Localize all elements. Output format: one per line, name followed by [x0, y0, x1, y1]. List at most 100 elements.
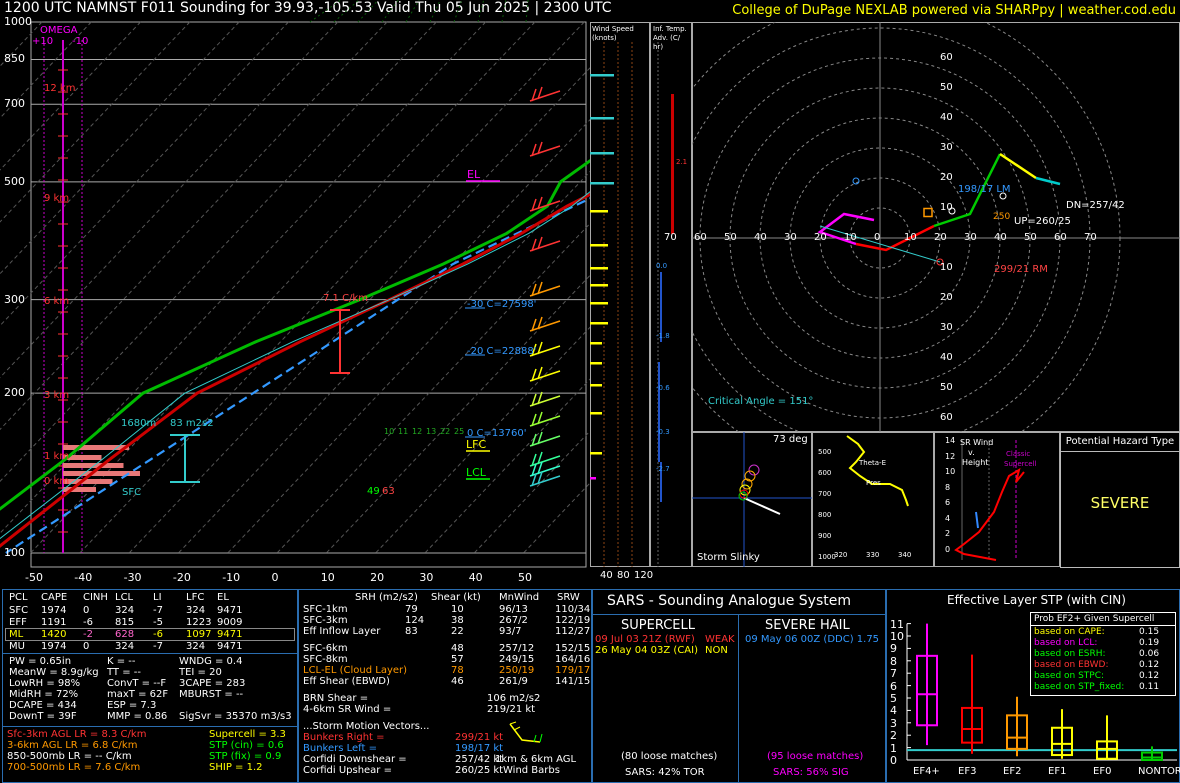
- thermo-cell: 324: [115, 605, 135, 616]
- hodo-ring-label: 30: [940, 322, 953, 333]
- misc-param: WNDG = 0.4: [179, 656, 243, 667]
- parcel-trace: [5, 197, 590, 554]
- kin-cell: 164/16: [555, 654, 591, 665]
- kin-cell: 83: [405, 626, 418, 637]
- prob-label: based on ESRH:: [1034, 649, 1106, 659]
- hail-probability: SARS: 56% SIG: [773, 767, 849, 778]
- stp-y-label: 5: [890, 692, 897, 705]
- ws-bar: [590, 342, 602, 345]
- kin-cell: SFC-1km: [303, 604, 348, 615]
- height-label: 12 km: [44, 83, 76, 94]
- barb-label-2: Wind Barbs: [503, 765, 560, 776]
- misc-param: MBURST = --: [179, 689, 244, 700]
- hodo-ring-label: 50: [940, 382, 953, 393]
- kin-cell: SFC-6km: [303, 643, 348, 654]
- wind-speed-title: Wind Speed (knots): [592, 25, 634, 42]
- thermo-cell: -5: [153, 617, 163, 628]
- skewt-diagram: [0, 0, 590, 568]
- lcl-label: LCL: [466, 466, 486, 479]
- barb-label-1: 1km & 6km AGL: [495, 754, 577, 765]
- kin-cell: SFC-8km: [303, 654, 348, 665]
- height-label: 1 km: [44, 451, 70, 462]
- kin-cell: 249/15: [499, 654, 535, 665]
- hodo-x-label: 10: [904, 232, 917, 243]
- kin-cell: 179/17: [555, 665, 591, 676]
- ws-bar: [590, 362, 602, 365]
- lapse-rate: 850-500mb LR = -- C/km: [7, 751, 132, 762]
- wind-barb: [529, 391, 561, 407]
- ws-bar: [590, 182, 614, 185]
- hodo-x-label: 40: [994, 232, 1007, 243]
- kin-cell: 93/7: [499, 626, 522, 637]
- ws-bar: [590, 322, 608, 325]
- sr-title-1: SR Wind: [960, 438, 994, 447]
- index-value: STP (fix) = 0.9: [209, 751, 282, 762]
- thermo-cell: 815: [115, 617, 135, 628]
- mixing-ratio-line: [429, 0, 441, 23]
- hodo-x-label: 10: [844, 232, 857, 243]
- ws-bar: [590, 284, 608, 287]
- hodo-x-label: 60: [1054, 232, 1067, 243]
- hodo-ring: [692, 22, 1121, 432]
- sars-panel: SARS - Sounding Analogue System SUPERCEL…: [592, 589, 886, 783]
- adv-value: -0.6: [656, 384, 670, 392]
- slinky-angle: 73 deg: [773, 434, 808, 445]
- corfidi-up-label: Corfidi Upshear =: [303, 765, 392, 776]
- thermo-cell: MU: [9, 641, 25, 652]
- prob-label: based on STP_fixed:: [1034, 682, 1125, 692]
- inflow-bar: [63, 479, 113, 484]
- pressure-label: 700: [4, 97, 25, 111]
- index-value: SHIP = 1.2: [209, 762, 263, 773]
- prob-value: 0.06: [1139, 649, 1160, 659]
- temp-axis-label: -30: [123, 571, 142, 584]
- right-mover-label: 299/21 RM: [994, 264, 1048, 275]
- slinky-label: Storm Slinky: [697, 552, 760, 563]
- corfidi-up-value: 260/25 kt: [455, 765, 504, 776]
- thermo-cell: 324: [186, 605, 206, 616]
- wind-barb: [529, 316, 561, 332]
- thermo-cell: -7: [153, 641, 163, 652]
- kin-cell: 110/34: [555, 604, 591, 615]
- thetae-x-label: 320: [834, 551, 848, 559]
- hodo-ring-label: 50: [940, 82, 953, 93]
- thermo-cell: 1974: [41, 605, 67, 616]
- temp-axis-label: -20: [172, 571, 191, 584]
- kin-cell: 152/15: [555, 643, 591, 654]
- isotherm: [0, 21, 339, 379]
- ws-bar: [590, 452, 602, 455]
- left-mover-marker: [852, 177, 860, 185]
- kin-cell: 261/9: [499, 676, 528, 687]
- mixing-ratio-line: [333, 0, 360, 23]
- thermo-cell: 1097: [186, 629, 212, 640]
- kin-cell: 141/15: [555, 676, 591, 687]
- hodo-ring-label: 60: [940, 412, 953, 423]
- temp-axis-label: -10: [222, 571, 241, 584]
- lapse-rate: 3-6km AGL LR = 6.8 C/km: [7, 740, 138, 751]
- thermo-params-panel: PCL CAPE CINH LCL LI LFC EL SFC 1974 0 324 -7 324 947…: [2, 589, 298, 783]
- mixing-ratio-line: [381, 0, 399, 23]
- hodo-ring-label: 20: [940, 172, 953, 183]
- adv-value: -2.7: [656, 465, 670, 473]
- mixing-ratio-line: [525, 0, 529, 23]
- sc-match-1-type: WEAK: [705, 634, 735, 645]
- thermo-cell: 9009: [217, 617, 243, 628]
- index-value: STP (cin) = 0.6: [209, 740, 284, 751]
- misc-param: K = --: [107, 656, 136, 667]
- sfc-dewpoint-label: 49: [367, 486, 380, 497]
- stp-category: EF4+: [913, 766, 940, 777]
- ws-tick-120: 120: [634, 570, 654, 581]
- thermo-header: LCL: [115, 592, 134, 603]
- thermo-cell: EFF: [9, 617, 27, 628]
- hodo-ring: [692, 27, 1091, 432]
- prob-label: based on EBWD:: [1034, 660, 1109, 670]
- hail-loose-matches: (95 loose matches): [767, 751, 864, 762]
- misc-param: SigSvr = 35370 m3/s3: [179, 711, 292, 722]
- hodo-segment: [1035, 176, 1061, 186]
- thermo-cell: 1974: [41, 641, 67, 652]
- prob-title: Prob EF2+ Given Supercell: [1034, 614, 1155, 624]
- hodo-x-label: 0: [874, 232, 881, 243]
- stp-y-label: 7: [890, 667, 897, 681]
- kin-header: MnWind: [499, 592, 540, 603]
- isotherm: [79, 21, 585, 554]
- hail-header: SEVERE HAIL: [765, 618, 850, 633]
